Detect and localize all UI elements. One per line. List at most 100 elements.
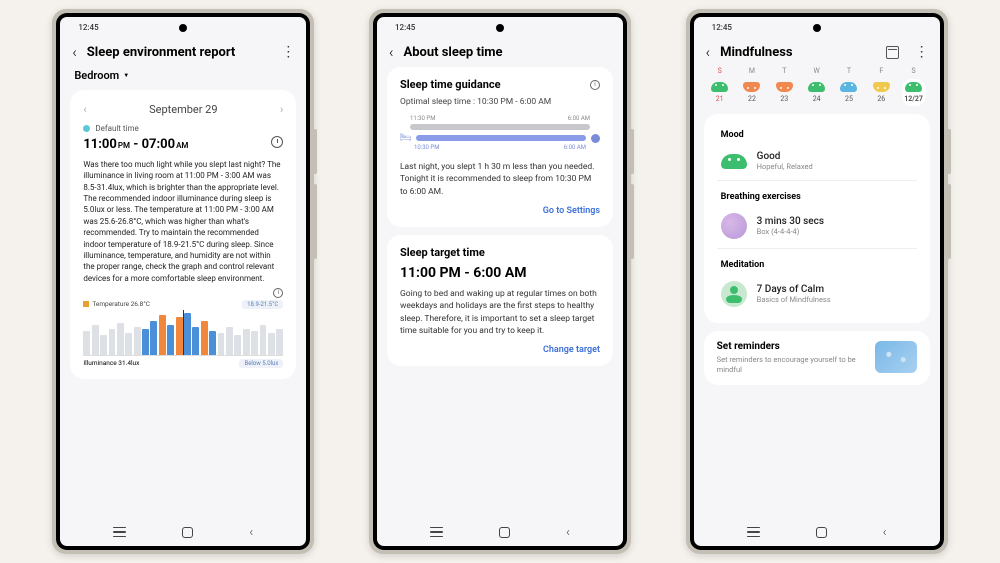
mood-day-date: 24 [813,95,821,103]
chart-bar [276,329,283,355]
change-target-link[interactable]: Change target [400,345,600,355]
weekday-label: S [708,67,732,75]
go-to-settings-link[interactable]: Go to Settings [400,206,600,216]
guidance-text: Last night, you slept 1 h 30 m less than… [400,161,600,198]
chart-bar [125,333,132,355]
prev-day-icon[interactable]: ‹ [83,103,86,116]
home-icon[interactable] [182,527,193,538]
chart-bar [117,323,124,355]
status-time: 12:45 [78,23,98,32]
meditation-icon [721,281,747,307]
mood-day-cell[interactable]: 21 [708,79,732,106]
chart-bar [159,315,166,355]
report-text: Was there too much light while you slept… [83,159,283,284]
weekday-label: M [740,67,764,75]
header: ‹ Sleep environment report ⋮ [60,37,306,67]
mood-day-cell[interactable]: 26 [869,79,893,106]
phone-frame-3: 12:45 ‹ Mindfulness ⋮ SMTWTFS 2122232425… [686,9,948,554]
tl-actual-start: 11:30 PM [410,115,435,122]
clock-icon[interactable] [271,136,283,148]
chart-bar [260,325,267,355]
mood-face-icon [776,82,793,92]
tl-optimal-start: 10:30 PM [414,144,439,151]
chart-bar [150,321,157,355]
header: ‹ About sleep time [377,37,623,67]
mood-sub: Hopeful, Relaxed [757,162,813,171]
home-icon[interactable] [816,527,827,538]
date-label: September 29 [149,103,217,116]
chart-bar [268,333,275,355]
meditation-sub: Basics of Mindfulness [757,295,831,304]
meditation-section-label: Meditation [717,252,917,275]
page-title: Mindfulness [720,45,876,60]
mood-day-date: 23 [780,95,788,103]
info-icon[interactable]: i [590,80,600,90]
mood-face-icon [743,82,760,92]
chart-bar [184,313,191,355]
android-navbar: ‹ [694,518,940,546]
back-icon[interactable]: ‹ [72,43,76,61]
home-icon[interactable] [499,527,510,538]
temp-label: Temperature 26.8°C [92,300,150,308]
camera-hole [179,24,187,32]
recent-apps-icon[interactable] [430,527,443,538]
optimal-sleep-bar [416,135,586,141]
reminders-card[interactable]: Set reminders Set reminders to encourage… [704,331,930,385]
chart-bars [83,312,283,356]
chart-bar [92,325,99,355]
breathing-sub: Box (4-4-4-4) [757,227,824,236]
weekday-label: W [805,67,829,75]
weekday-label: T [837,67,861,75]
sleep-target-card: Sleep target time 11:00 PM - 6:00 AM Goi… [387,235,613,366]
chart-bar [134,327,141,355]
room-name: Bedroom [74,69,119,82]
tl-actual-end: 6:00 AM [568,115,590,122]
android-navbar: ‹ [377,518,623,546]
next-day-icon[interactable]: › [280,103,283,116]
status-time: 12:45 [395,23,415,32]
chart-bar [83,331,90,355]
mood-day-cell[interactable]: 24 [805,79,829,106]
page-title: About sleep time [403,45,611,60]
info-icon[interactable]: i [273,288,283,298]
android-navbar: ‹ [60,518,306,546]
alarm-icon [591,134,600,143]
date-navigator: ‹ September 29 › [83,101,283,124]
nav-back-icon[interactable]: ‹ [566,525,570,540]
mood-day-cell[interactable]: 22 [740,79,764,106]
mood-face-icon [905,82,922,92]
breathing-section-label: Breathing exercises [717,184,917,207]
optimal-sleep-text: Optimal sleep time : 10:30 PM - 6:00 AM [400,97,600,107]
mood-item[interactable]: GoodHopeful, Relaxed [717,145,917,177]
mood-day-cell[interactable]: 12/27 [902,79,926,106]
more-icon[interactable]: ⋮ [281,44,294,60]
nav-back-icon[interactable]: ‹ [883,525,887,540]
dropdown-icon: ▼ [123,72,129,79]
back-icon[interactable]: ‹ [389,43,393,61]
mood-day-cell[interactable]: 23 [772,79,796,106]
recent-apps-icon[interactable] [747,527,760,538]
default-time-label: Default time [95,124,138,133]
back-icon[interactable]: ‹ [706,43,710,61]
phone-frame-2: 12:45 ‹ About sleep time Sleep time guid… [369,9,631,554]
mood-face-icon [721,154,747,169]
report-card: ‹ September 29 › Default time 11:00PM - … [70,90,296,379]
sleep-range: 11:00PM - 07:00AM [83,136,283,152]
mood-day-date: 25 [845,95,853,103]
mood-day-date: 12/27 [904,95,923,103]
chart-bar [176,317,183,355]
target-desc: Going to bed and waking up at regular ti… [400,288,600,337]
mindfulness-card: Mood GoodHopeful, Relaxed Breathing exer… [704,114,930,323]
mood-face-icon [711,82,728,92]
nav-back-icon[interactable]: ‹ [249,525,253,540]
mood-day-cell[interactable]: 25 [837,79,861,106]
environment-chart: Temperature 26.8°C 18.9-21.5°C Illuminan… [83,300,283,368]
breathing-item[interactable]: 3 mins 30 secsBox (4-4-4-4) [717,207,917,245]
guidance-title: Sleep time guidance [400,78,501,91]
recent-apps-icon[interactable] [113,527,126,538]
meditation-item[interactable]: 7 Days of CalmBasics of Mindfulness [717,275,917,313]
calendar-icon[interactable] [886,46,899,59]
default-time-row: Default time [83,124,283,133]
room-selector[interactable]: Bedroom ▼ [70,67,296,90]
more-icon[interactable]: ⋮ [915,44,928,60]
